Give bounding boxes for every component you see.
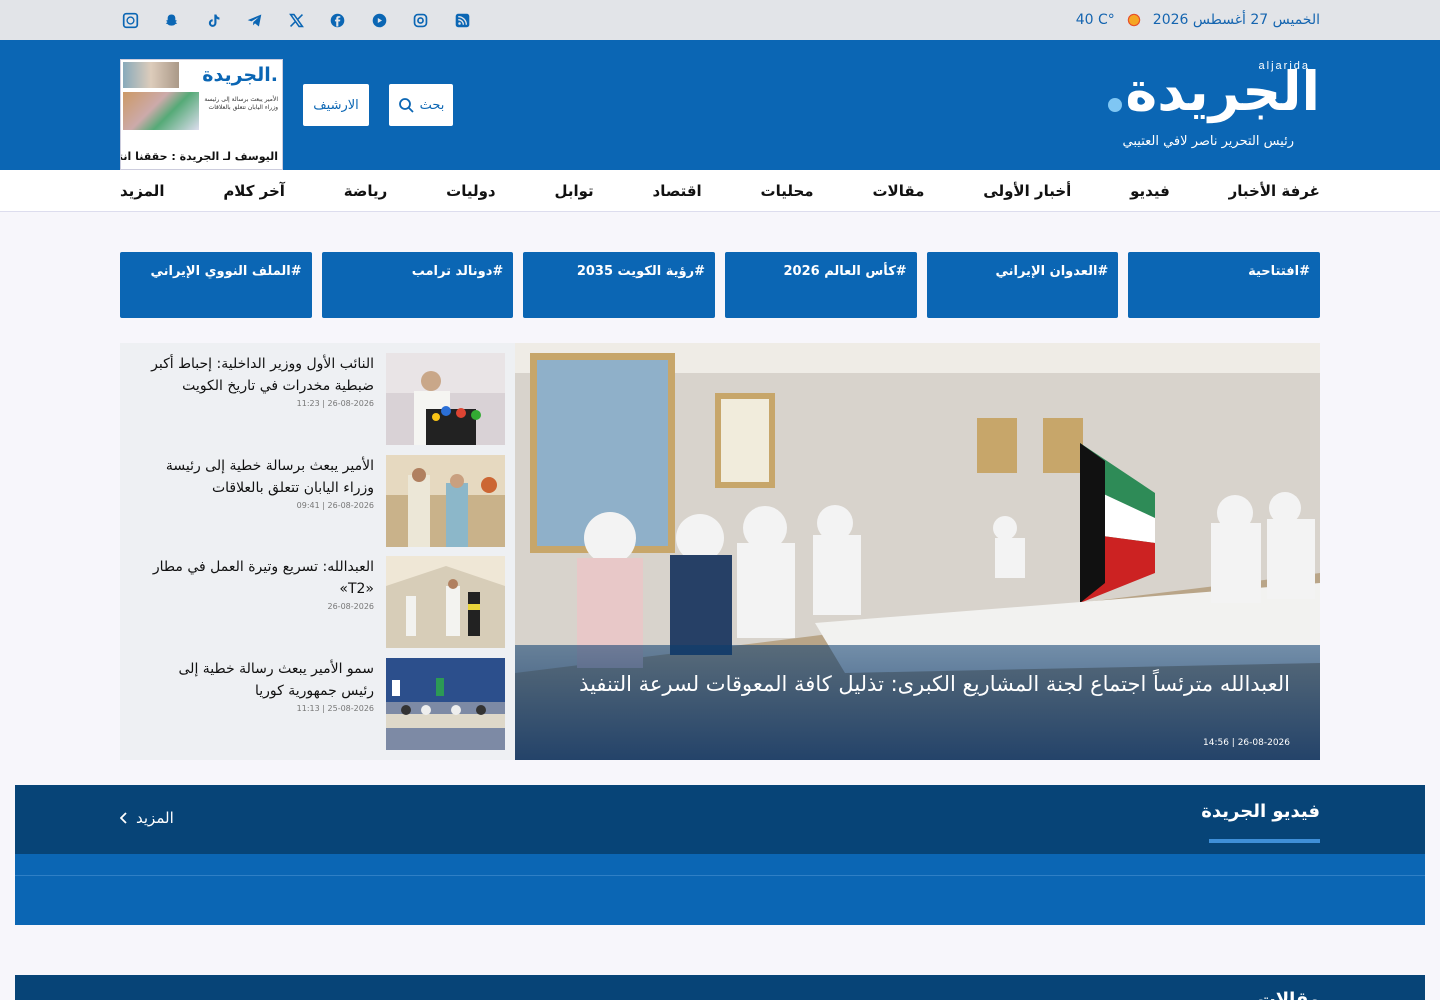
- site-logo[interactable]: aljarida الجريدة: [1108, 56, 1320, 122]
- nav-item-video[interactable]: فيديو: [1130, 182, 1170, 200]
- chevron-left-icon: [120, 812, 127, 824]
- nav-item-international[interactable]: دوليات: [446, 182, 495, 200]
- tiktok-icon[interactable]: [203, 10, 223, 30]
- story-text: الأمير يبعث برسالة خطية إلى رئيسة وزراء …: [144, 455, 374, 510]
- video-section-title: فيديو الجريدة: [1201, 801, 1320, 822]
- articles-section-title: مقالات: [1257, 989, 1320, 1000]
- nav-item-last-word[interactable]: آخر كلام: [223, 182, 285, 200]
- title-underline: [1209, 839, 1320, 843]
- nav-item-articles[interactable]: مقالات: [872, 182, 924, 200]
- story-text: سمو الأمير يبعث رسالة خطية إلى رئيس جمهو…: [144, 658, 374, 713]
- video-section: فيديو الجريدة المزيد: [15, 785, 1425, 925]
- nav-item-front-page[interactable]: أخبار الأولى: [983, 182, 1071, 200]
- main-nav: غرفة الأخبار فيديو أخبار الأولى مقالات م…: [0, 170, 1440, 212]
- tag-iran-nuclear[interactable]: #الملف النووي الإيراني: [119, 252, 312, 318]
- paper-subtext: الأمير يبعث برسالة إلى رئيسة وزراء الياب…: [204, 96, 278, 111]
- story-date: 11:13 | 25-08-2026: [296, 704, 374, 713]
- nav-item-sports[interactable]: رياضة: [344, 182, 388, 200]
- paper-image-small: [123, 62, 179, 88]
- video-section-header: فيديو الجريدة المزيد: [15, 785, 1425, 854]
- search-icon: [398, 98, 414, 113]
- snapchat-icon[interactable]: [162, 10, 182, 30]
- hashtag-row: #افتتاحية #العدوان الإيراني #كأس العالم …: [119, 252, 1320, 318]
- list-item[interactable]: الأمير يبعث برسالة خطية إلى رئيسة وزراء …: [120, 445, 515, 547]
- weather-widget: 40 C° الخميس 27 أغسطس 2026: [1076, 10, 1320, 30]
- story-title[interactable]: النائب الأول ووزير الداخلية: إحباط أكبر …: [144, 353, 374, 397]
- tag-donald-trump[interactable]: #دونالد ترامب: [321, 252, 514, 318]
- story-date: 26-08-2026: [327, 602, 375, 611]
- tag-kuwait-vision[interactable]: #رؤية الكويت 2035: [523, 252, 715, 318]
- sun-icon: [1124, 11, 1143, 29]
- archive-button[interactable]: الارشيف: [303, 84, 369, 126]
- whatsapp-icon[interactable]: [120, 10, 140, 30]
- story-title[interactable]: سمو الأمير يبعث رسالة خطية إلى رئيس جمهو…: [144, 658, 374, 702]
- hero-date: 14:56 | 26-08-2026: [1203, 738, 1290, 748]
- nav-item-newsroom[interactable]: غرفة الأخبار: [1229, 182, 1320, 200]
- divider: [15, 875, 1425, 876]
- story-thumbnail: [386, 455, 505, 547]
- search-label: بحث: [419, 97, 445, 113]
- story-text: النائب الأول ووزير الداخلية: إحباط أكبر …: [144, 353, 374, 408]
- paper-image: [123, 92, 199, 130]
- latest-stories-list: النائب الأول ووزير الداخلية: إحباط أكبر …: [120, 343, 515, 760]
- tag-world-cup[interactable]: #كأس العالم 2026: [724, 252, 917, 318]
- logo-dot: [1108, 98, 1122, 112]
- paper-headline: اليوسف لـ الجريدة : حققنا انتصارات: [121, 150, 278, 163]
- articles-section: مقالات: [15, 975, 1425, 1000]
- search-button[interactable]: بحث: [389, 84, 453, 126]
- hero-title[interactable]: العبدالله مترئساً اجتماع لجنة المشاريع ا…: [555, 667, 1290, 701]
- list-item[interactable]: سمو الأمير يبعث رسالة خطية إلى رئيس جمهو…: [120, 648, 515, 750]
- tag-editorial[interactable]: #افتتاحية: [1128, 252, 1320, 318]
- x-icon[interactable]: [286, 10, 306, 30]
- story-title[interactable]: الأمير يبعث برسالة خطية إلى رئيسة وزراء …: [144, 455, 374, 499]
- more-label: المزيد: [136, 809, 174, 827]
- facebook-icon[interactable]: [328, 10, 348, 30]
- story-thumbnail: [386, 556, 505, 648]
- archive-label: الارشيف: [313, 97, 359, 113]
- video-more-link[interactable]: المزيد: [120, 809, 174, 827]
- logo-arabic: الجريدة: [1125, 60, 1320, 123]
- list-item[interactable]: العبدالله: تسريع وتيرة العمل في مطار «T2…: [120, 546, 515, 648]
- instagram-icon[interactable]: [411, 10, 431, 30]
- nav-item-more[interactable]: المزيد: [120, 182, 164, 200]
- tag-iranian-aggression[interactable]: #العدوان الإيراني: [926, 252, 1119, 318]
- story-text: العبدالله: تسريع وتيرة العمل في مطار «T2…: [144, 556, 374, 611]
- story-title[interactable]: العبدالله: تسريع وتيرة العمل في مطار «T2…: [144, 556, 374, 600]
- site-header: aljarida الجريدة رئيس التحرير ناصر لافي …: [0, 40, 1440, 170]
- story-date: 11:23 | 26-08-2026: [296, 399, 374, 408]
- nav-item-spices[interactable]: توابل: [554, 182, 593, 200]
- story-date: 09:41 | 26-08-2026: [296, 501, 374, 510]
- hero-story[interactable]: العبدالله مترئساً اجتماع لجنة المشاريع ا…: [515, 343, 1320, 760]
- paper-masthead: الجريدة.: [202, 64, 278, 86]
- current-date: الخميس 27 أغسطس 2026: [1152, 12, 1320, 28]
- hero-caption: العبدالله مترئساً اجتماع لجنة المشاريع ا…: [515, 645, 1320, 760]
- telegram-icon[interactable]: [245, 10, 265, 30]
- nav-item-local[interactable]: محليات: [761, 182, 814, 200]
- social-links: [120, 10, 494, 30]
- newspaper-cover[interactable]: الجريدة. الأمير يبعث برسالة إلى رئيسة وز…: [120, 59, 283, 170]
- story-thumbnail: [386, 353, 505, 445]
- list-item[interactable]: النائب الأول ووزير الداخلية: إحباط أكبر …: [120, 343, 515, 445]
- temperature: 40 C°: [1075, 12, 1115, 28]
- editor-in-chief: رئيس التحرير ناصر لافي العتيبي: [1122, 134, 1294, 149]
- youtube-icon[interactable]: [369, 10, 389, 30]
- top-bar: 40 C° الخميس 27 أغسطس 2026: [0, 0, 1440, 40]
- rss-icon[interactable]: [452, 10, 472, 30]
- story-thumbnail: [386, 658, 505, 750]
- nav-item-economy[interactable]: اقتصاد: [653, 182, 702, 200]
